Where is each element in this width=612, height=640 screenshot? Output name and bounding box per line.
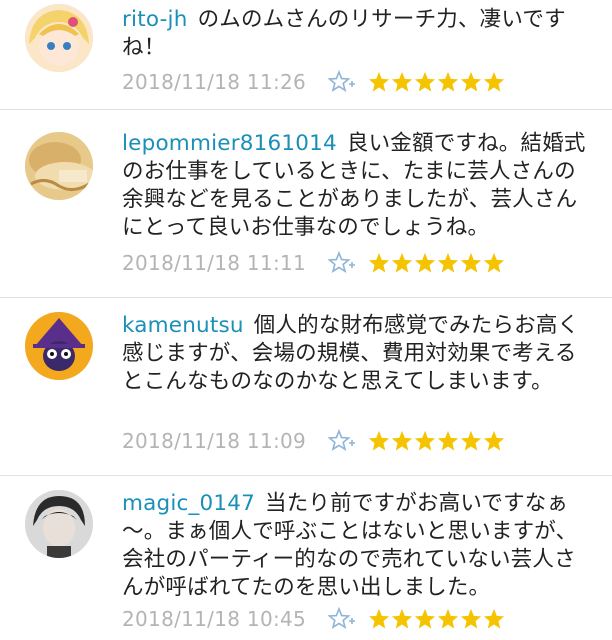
star-icon bbox=[368, 430, 390, 451]
star-icon bbox=[414, 608, 436, 629]
star-icon bbox=[414, 71, 436, 92]
star-icon bbox=[460, 71, 482, 92]
timestamp: 2018/11/18 10:45 bbox=[122, 607, 307, 631]
star-icon bbox=[368, 608, 390, 629]
comment-body: rito-jh のムのムさんのリサーチ力、凄いですね！ bbox=[122, 6, 592, 62]
add-star-icon[interactable] bbox=[327, 606, 356, 631]
comment-item: magic_0147 当たり前ですがお高いですなぁ～。まぁ個人で呼ぶことはないと思… bbox=[0, 476, 612, 640]
star-icon bbox=[368, 71, 390, 92]
star-icon bbox=[483, 608, 505, 629]
star-icon bbox=[368, 252, 390, 273]
star-icon bbox=[391, 71, 413, 92]
username-link[interactable]: rito-jh bbox=[122, 7, 188, 32]
comment-meta: 2018/11/18 11:26 bbox=[122, 68, 505, 96]
username-link[interactable]: lepommier8161014 bbox=[122, 131, 337, 156]
star-icon bbox=[437, 608, 459, 629]
comment-meta: 2018/11/18 10:45 bbox=[122, 605, 505, 633]
star-icon bbox=[391, 608, 413, 629]
avatar[interactable] bbox=[25, 4, 93, 72]
star-icon bbox=[414, 430, 436, 451]
star-icon bbox=[437, 252, 459, 273]
add-star-icon[interactable] bbox=[327, 69, 356, 94]
timestamp: 2018/11/18 11:26 bbox=[122, 70, 307, 94]
timestamp: 2018/11/18 11:09 bbox=[122, 429, 307, 453]
username-link[interactable]: magic_0147 bbox=[122, 491, 255, 516]
avatar[interactable] bbox=[25, 312, 93, 380]
comment-body: lepommier8161014 良い金額ですね。結婚式のお仕事をしているときに、… bbox=[122, 130, 592, 242]
star-list bbox=[368, 71, 505, 93]
star-list bbox=[368, 252, 505, 274]
star-icon bbox=[460, 252, 482, 273]
star-icon bbox=[460, 430, 482, 451]
star-icon bbox=[437, 430, 459, 451]
star-icon bbox=[437, 71, 459, 92]
star-icon bbox=[391, 430, 413, 451]
add-star-icon[interactable] bbox=[327, 250, 356, 275]
star-icon bbox=[414, 252, 436, 273]
comment-body: magic_0147 当たり前ですがお高いですなぁ～。まぁ個人で呼ぶことはないと思… bbox=[122, 490, 592, 602]
add-star-icon[interactable] bbox=[327, 428, 356, 453]
star-icon bbox=[483, 430, 505, 451]
star-list bbox=[368, 608, 505, 630]
comment-meta: 2018/11/18 11:11 bbox=[122, 249, 505, 277]
star-icon bbox=[483, 252, 505, 273]
comment-item: rito-jh のムのムさんのリサーチ力、凄いですね！ 2018/11/18 11… bbox=[0, 0, 612, 110]
avatar[interactable] bbox=[25, 132, 93, 200]
avatar[interactable] bbox=[25, 490, 93, 558]
star-icon bbox=[391, 252, 413, 273]
comment-item: lepommier8161014 良い金額ですね。結婚式のお仕事をしているときに、… bbox=[0, 110, 612, 298]
comment-item: kamenutsu 個人的な財布感覚でみたらお高く感じますが、会場の規模、費用対効… bbox=[0, 298, 612, 476]
comment-meta: 2018/11/18 11:09 bbox=[122, 427, 505, 455]
star-icon bbox=[483, 71, 505, 92]
comment-text: のムのムさんのリサーチ力、凄いですね！ bbox=[122, 7, 566, 60]
star-icon bbox=[460, 608, 482, 629]
timestamp: 2018/11/18 11:11 bbox=[122, 251, 307, 275]
star-list bbox=[368, 430, 505, 452]
username-link[interactable]: kamenutsu bbox=[122, 313, 244, 338]
comment-body: kamenutsu 個人的な財布感覚でみたらお高く感じますが、会場の規模、費用対効… bbox=[122, 312, 592, 396]
